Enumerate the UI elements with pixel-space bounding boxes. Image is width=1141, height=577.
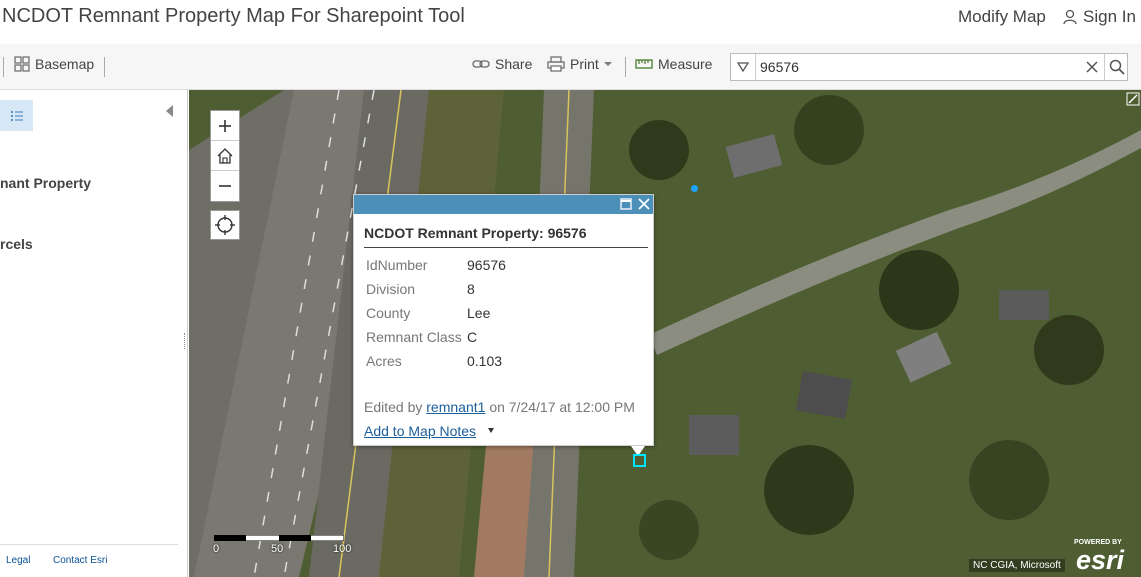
ruler-icon [635,59,653,69]
measure-button[interactable]: Measure [635,56,712,72]
editor-user-link[interactable]: remnant1 [426,399,485,415]
attribute-value: C [467,329,478,345]
layer-item-remnant-property[interactable]: nant Property [0,175,91,191]
edit-pencil-icon[interactable] [1126,92,1140,106]
modify-map-link[interactable]: Modify Map [958,7,1046,27]
clear-search-button[interactable] [1081,56,1103,78]
search-filter-button[interactable] [731,54,756,80]
crosshair-icon [215,215,235,235]
sidebar-footer: Legal Contact Esri [0,544,178,577]
share-button[interactable]: Share [472,56,532,72]
attribute-value: 0.103 [467,353,503,369]
selected-feature-marker[interactable] [633,454,646,467]
search-button[interactable] [1104,54,1128,80]
edited-suffix: on 7/24/17 at 12:00 PM [489,399,635,415]
add-to-map-notes-link[interactable]: Add to Map Notes [364,423,476,439]
edited-prefix: Edited by [364,399,423,415]
filter-icon [737,62,749,72]
zoom-in-button[interactable] [211,111,239,141]
sign-in-link[interactable]: Sign In [1063,7,1136,27]
layer-list-toggle[interactable] [0,100,33,131]
popup-divider [364,247,648,248]
attribute-name: Remnant Class [366,329,462,345]
sign-in-label: Sign In [1083,7,1136,26]
measure-label: Measure [658,56,713,72]
scale-bar [214,535,344,541]
chevron-down-icon [603,62,612,66]
app-header: NCDOT Remnant Property Map For Sharepoin… [0,0,1141,44]
print-label: Print [570,56,599,72]
edit-info: Edited by remnant1 on 7/24/17 at 12:00 P… [364,399,635,415]
point-marker[interactable] [691,185,698,192]
home-button[interactable] [211,141,239,171]
app-title: NCDOT Remnant Property Map For Sharepoin… [2,5,465,27]
attribute-value: 8 [467,281,475,297]
popup-title-bar [354,195,653,214]
zoom-controls [210,110,240,202]
sidebar: nant Property rcels Legal Contact Esri [0,90,188,577]
sidebar-resize-handle[interactable] [184,333,187,349]
toolbar-divider [625,57,626,77]
attribute-name: County [366,305,411,321]
printer-icon [547,56,565,72]
feature-popup: NCDOT Remnant Property: 96576 IdNumber 9… [353,194,654,456]
contact-esri-link[interactable]: Contact Esri [53,555,107,566]
list-icon [10,110,23,121]
toolbar: Basemap Share Print Measure [0,44,1141,90]
close-icon [1086,61,1098,73]
esri-logo[interactable]: POWERED BY esri [1074,539,1140,575]
collapse-sidebar-icon[interactable] [166,105,173,117]
caret-down-icon[interactable] [488,428,494,433]
link-icon [472,60,490,68]
home-icon [217,147,233,164]
toolbar-divider [104,57,105,77]
map-view[interactable]: NCDOT Remnant Property: 96576 IdNumber 9… [189,90,1141,577]
aerial-imagery [189,90,1141,577]
scale-label: 100 [333,543,352,555]
basemap-button[interactable]: Basemap [14,56,94,72]
search-box [730,53,1128,81]
close-icon[interactable] [637,197,651,211]
search-icon [1109,59,1125,75]
basemap-label: Basemap [35,56,95,72]
esri-wordmark: esri [1076,545,1125,575]
basemap-grid-icon [14,56,30,72]
map-attribution: NC CGIA, Microsoft [969,559,1065,572]
attribute-value: Lee [467,305,491,321]
layer-item-parcels[interactable]: rcels [0,236,33,252]
attribute-name: Acres [366,353,402,369]
attribute-value: 96576 [467,257,506,273]
scale-label: 0 [213,543,220,555]
legal-link[interactable]: Legal [6,555,30,566]
locate-button[interactable] [210,210,240,240]
attribute-name: IdNumber [366,257,428,273]
plus-icon [219,119,231,132]
zoom-out-button[interactable] [211,171,239,201]
toolbar-divider [3,57,4,77]
attribute-name: Division [366,281,416,297]
minus-icon [219,185,231,187]
search-input[interactable] [760,57,1080,77]
user-icon [1063,9,1077,25]
scale-label: 50 [271,543,284,555]
maximize-icon[interactable] [620,198,632,210]
print-button[interactable]: Print [547,56,612,72]
share-label: Share [495,56,533,72]
popup-title: NCDOT Remnant Property: 96576 [364,225,587,241]
